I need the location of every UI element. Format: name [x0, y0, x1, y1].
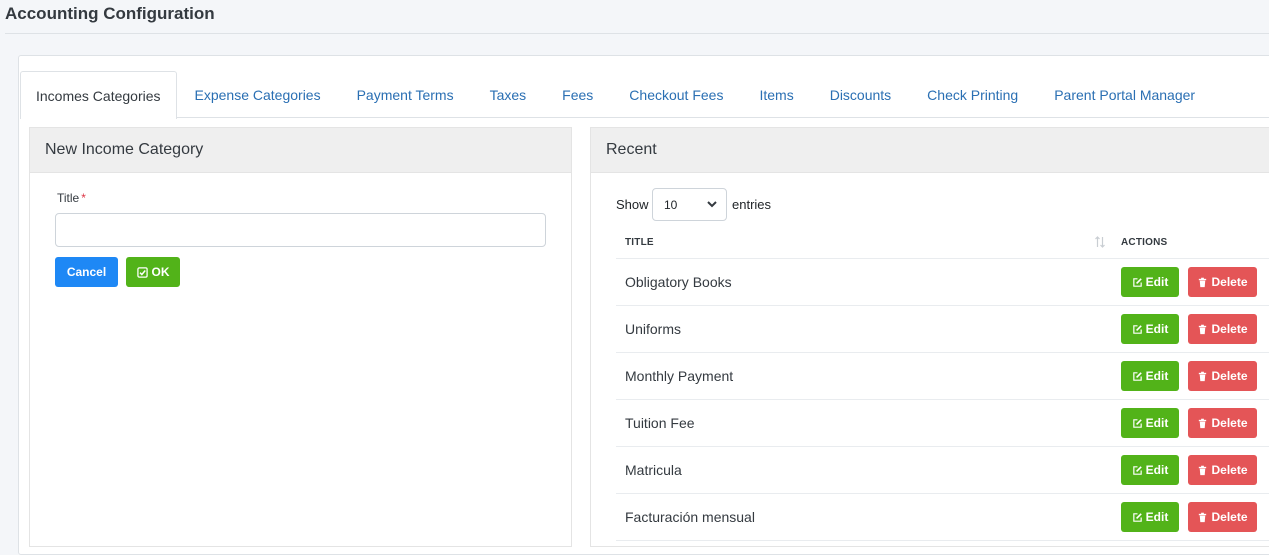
cancel-button[interactable]: Cancel: [55, 257, 118, 287]
edit-button[interactable]: Edit: [1121, 408, 1179, 438]
tab-checkout-fees[interactable]: Checkout Fees: [611, 71, 741, 118]
panel-header-recent: Recent: [591, 128, 1269, 173]
row-title: Matricula: [625, 462, 682, 478]
tab-discounts[interactable]: Discounts: [812, 71, 909, 118]
delete-button-label: Delete: [1211, 463, 1248, 477]
page-title: Accounting Configuration: [5, 4, 215, 23]
required-mark: *: [81, 191, 86, 205]
delete-button[interactable]: Delete: [1188, 361, 1257, 391]
table-row: Facturación mensual Edit Delete: [616, 494, 1269, 541]
trash-icon: [1199, 277, 1207, 287]
delete-button[interactable]: Delete: [1188, 455, 1257, 485]
row-title: Tuition Fee: [625, 415, 695, 431]
row-title: Uniforms: [625, 321, 682, 337]
edit-button-label: Edit: [1145, 275, 1169, 289]
entries-select[interactable]: 10: [652, 188, 727, 221]
row-title: Obligatory Books: [625, 274, 732, 290]
new-income-category-panel: New Income Category: [29, 127, 572, 547]
panel-header-new-income: New Income Category: [30, 128, 571, 173]
delete-button[interactable]: Delete: [1188, 314, 1257, 344]
tab-expense-categories[interactable]: Expense Categories: [177, 71, 339, 118]
table-row: Uniforms Edit Delete: [616, 306, 1269, 353]
tab-payment-terms[interactable]: Payment Terms: [339, 71, 472, 118]
tab-fees[interactable]: Fees: [544, 71, 611, 118]
table-row: Matricula Edit Delete: [616, 447, 1269, 494]
entries-select-value: 10: [664, 197, 678, 212]
title-divider: [5, 33, 1269, 34]
ok-button-label: OK: [151, 265, 170, 279]
edit-button[interactable]: Edit: [1121, 502, 1179, 532]
trash-icon: [1199, 324, 1207, 334]
trash-icon: [1199, 512, 1207, 522]
pencil-square-icon: [1132, 512, 1142, 522]
delete-button-label: Delete: [1211, 510, 1248, 524]
pencil-square-icon: [1132, 371, 1142, 381]
pencil-square-icon: [1132, 277, 1142, 287]
row-title: Facturación mensual: [625, 509, 755, 525]
edit-button-label: Edit: [1145, 510, 1169, 524]
title-input[interactable]: [55, 213, 546, 247]
trash-icon: [1199, 418, 1207, 428]
table-row: Monthly Payment Edit Delete: [616, 353, 1269, 400]
edit-button-label: Edit: [1145, 463, 1169, 477]
show-label: Show: [616, 197, 649, 212]
delete-button[interactable]: Delete: [1188, 267, 1257, 297]
delete-button-label: Delete: [1211, 416, 1248, 430]
edit-button-label: Edit: [1145, 369, 1169, 383]
chevron-down-icon: [707, 201, 717, 208]
pencil-square-icon: [1132, 418, 1142, 428]
entries-label: entries: [732, 197, 772, 212]
pencil-square-icon: [1132, 324, 1142, 334]
delete-button-label: Delete: [1211, 275, 1248, 289]
tab-incomes-categories[interactable]: Incomes Categories: [20, 71, 177, 119]
edit-button[interactable]: Edit: [1121, 267, 1179, 297]
trash-icon: [1199, 465, 1207, 475]
tab-parent-portal-manager[interactable]: Parent Portal Manager: [1036, 71, 1213, 118]
check-square-icon: [136, 266, 148, 278]
column-header-title[interactable]: TITLE: [625, 237, 654, 248]
table-row: Tuition Fee Edit Delete: [616, 400, 1269, 447]
edit-button[interactable]: Edit: [1121, 314, 1179, 344]
edit-button[interactable]: Edit: [1121, 455, 1179, 485]
tab-check-printing[interactable]: Check Printing: [909, 71, 1036, 118]
tabs-divider: [20, 117, 1269, 118]
delete-button[interactable]: Delete: [1188, 408, 1257, 438]
ok-button[interactable]: OK: [126, 257, 180, 287]
title-field-label: Title *: [57, 191, 86, 205]
edit-button-label: Edit: [1145, 322, 1169, 336]
delete-button-label: Delete: [1211, 322, 1248, 336]
tab-taxes[interactable]: Taxes: [472, 71, 545, 118]
table-row: Obligatory Books Edit Delete: [616, 259, 1269, 306]
sort-icon[interactable]: [1094, 235, 1106, 249]
cancel-button-label: Cancel: [66, 265, 107, 279]
trash-icon: [1199, 371, 1207, 381]
delete-button[interactable]: Delete: [1188, 502, 1257, 532]
title-label-text: Title: [57, 191, 80, 205]
config-tabs: Incomes Categories Expense Categories Pa…: [20, 71, 1213, 119]
pencil-square-icon: [1132, 465, 1142, 475]
column-header-actions: ACTIONS: [1121, 237, 1168, 248]
edit-button-label: Edit: [1145, 416, 1169, 430]
row-title: Monthly Payment: [625, 368, 734, 384]
tab-items[interactable]: Items: [741, 71, 811, 118]
edit-button[interactable]: Edit: [1121, 361, 1179, 391]
delete-button-label: Delete: [1211, 369, 1248, 383]
